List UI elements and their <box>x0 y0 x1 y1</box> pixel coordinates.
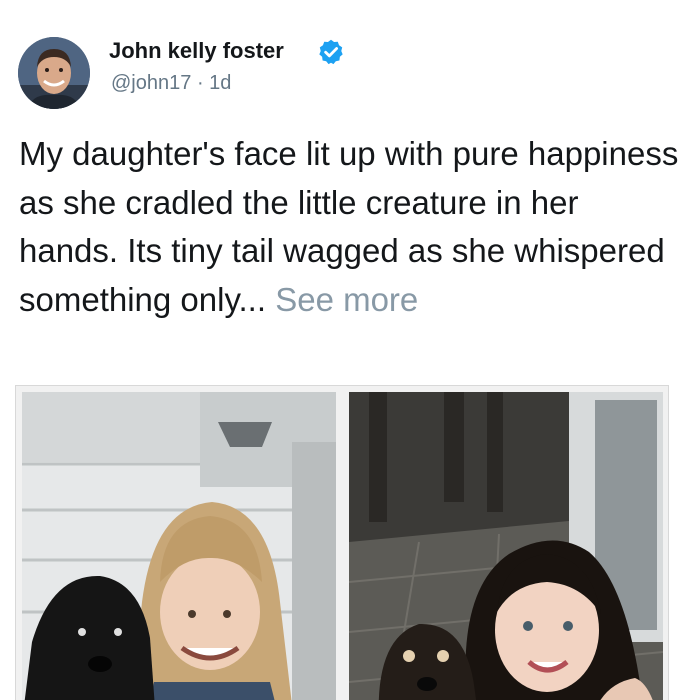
tweet-card: John kelly foster @john17 · 1d My daught… <box>0 0 700 700</box>
meta-separator: · <box>196 72 204 94</box>
author-handle[interactable]: @john17 <box>111 72 191 94</box>
author-name[interactable]: John kelly foster <box>109 38 284 64</box>
verified-badge-icon <box>319 39 343 65</box>
see-more-link[interactable]: See more <box>275 281 418 318</box>
photo-woman-with-dog-icon <box>349 392 663 700</box>
tweet-body: My daughter's face lit up with pure happ… <box>19 130 684 324</box>
photo-left[interactable] <box>22 392 336 700</box>
author-meta: @john17 · 1d <box>111 72 231 95</box>
media-gallery <box>15 385 669 700</box>
author-avatar[interactable] <box>18 37 90 109</box>
avatar-photo-icon <box>18 37 90 109</box>
photo-girl-with-dog-icon <box>22 392 336 700</box>
photo-right[interactable] <box>349 392 663 700</box>
tweet-timestamp[interactable]: 1d <box>209 72 231 94</box>
